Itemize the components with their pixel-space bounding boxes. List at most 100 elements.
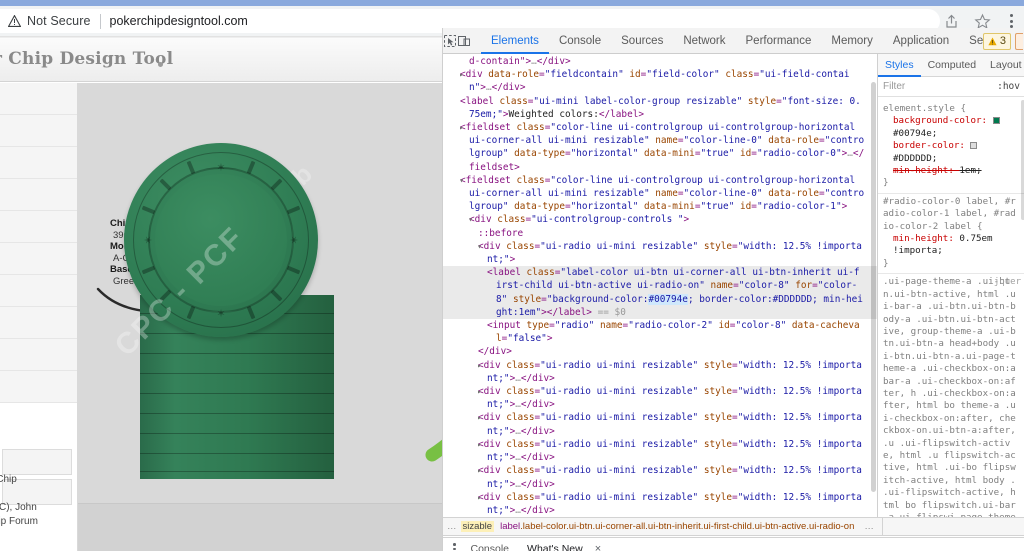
style-declaration[interactable]: min-height: 1em; xyxy=(883,165,1021,177)
list-item[interactable] xyxy=(0,243,77,275)
style-rule[interactable]: #radio-color-0 label, #radio-color-1 lab… xyxy=(878,194,1024,275)
devtools-tab-application[interactable]: Application xyxy=(883,28,959,54)
dom-token-pnc: </div> xyxy=(520,452,555,464)
disclosure-triangle-icon[interactable]: ▸ xyxy=(477,438,489,451)
dom-token-tag: fieldset xyxy=(465,174,511,186)
breadcrumb-overflow-right[interactable]: … xyxy=(860,521,878,532)
list-item[interactable] xyxy=(0,307,77,339)
dom-node-selected[interactable]: <label class="label-color ui-btn ui-corn… xyxy=(443,266,877,320)
disclosure-triangle-icon[interactable]: ▸ xyxy=(477,464,489,477)
styles-rules-list[interactable]: element.style {background-color: #00794e… xyxy=(878,98,1024,517)
dom-node[interactable]: ▾ <div class="ui-controlgroup-controls "> xyxy=(443,213,877,226)
dom-token-attr: for xyxy=(789,280,813,292)
list-item[interactable] xyxy=(0,339,77,371)
color-swatch[interactable] xyxy=(992,117,1000,125)
dom-node[interactable]: d-contain">…</div> xyxy=(443,55,877,68)
dom-node[interactable]: <input type="radio" name="radio-color-2"… xyxy=(443,319,877,345)
dom-node[interactable]: ::before xyxy=(443,227,877,240)
style-rule[interactable]: element.style {background-color: #00794e… xyxy=(878,101,1024,194)
close-icon[interactable]: × xyxy=(592,543,601,551)
dom-scrollbar[interactable] xyxy=(871,82,876,492)
style-declaration-value[interactable]: 1em; xyxy=(959,165,981,176)
warning-count-badge[interactable]: 3 xyxy=(982,32,1011,50)
breadcrumb-overflow-left[interactable]: … xyxy=(443,521,461,532)
styles-tab-layout[interactable]: Layout xyxy=(983,54,1024,77)
drawer-menu-icon[interactable] xyxy=(447,543,462,551)
inspect-element-icon[interactable] xyxy=(443,28,457,54)
list-item[interactable] xyxy=(0,115,77,147)
breadcrumb-parent[interactable]: sizable xyxy=(460,521,495,532)
table-surface xyxy=(78,503,442,551)
dom-node[interactable]: ▸ <div class="ui-radio ui-mini resizable"… xyxy=(443,438,877,464)
dom-node[interactable]: ▸ <div class="ui-radio ui-mini resizable"… xyxy=(443,359,877,385)
dom-node[interactable]: <label class="ui-mini label-color-group … xyxy=(443,95,877,121)
dom-node[interactable]: ▸ <div class="ui-radio ui-mini resizable"… xyxy=(443,464,877,490)
style-declaration-value[interactable]: #00794e; xyxy=(893,115,1002,139)
list-item[interactable] xyxy=(0,371,77,403)
dom-node[interactable]: ▸ <div class="ui-radio ui-mini resizable"… xyxy=(443,385,877,411)
left-column-spacer xyxy=(0,403,77,445)
style-declaration-value[interactable]: 0.75em !importa; xyxy=(893,233,993,256)
style-rule[interactable]: jquer .ui-page-theme-a .ui-btn.ui-btn-act… xyxy=(878,274,1024,517)
disclosure-triangle-icon[interactable]: ▸ xyxy=(477,385,489,398)
device-toolbar-icon[interactable] xyxy=(457,28,471,54)
list-item[interactable] xyxy=(0,83,77,115)
disclosure-triangle-icon[interactable]: ▸ xyxy=(477,359,489,372)
kebab-menu-icon[interactable] xyxy=(1005,14,1018,28)
style-rule-close-brace: } xyxy=(883,257,889,269)
styles-tab-styles[interactable]: Styles xyxy=(878,54,921,77)
style-rule-selector[interactable]: #radio-color-0 label, #radio-color-1 lab… xyxy=(883,196,1021,233)
devtools-tab-performance[interactable]: Performance xyxy=(736,28,822,54)
left-column-box[interactable] xyxy=(2,449,72,475)
poker-chip-face: ✶ ✶ ✶ ✶ xyxy=(124,143,318,337)
style-declaration[interactable]: min-height: 0.75em !importa; xyxy=(883,233,1021,258)
color-swatch[interactable] xyxy=(970,142,978,150)
dom-token-val: "ui-radio ui-mini resizable" xyxy=(540,412,699,424)
chip-crest-mark: ✶ xyxy=(216,162,226,174)
style-declaration[interactable]: background-color: #00794e; xyxy=(883,115,1021,140)
list-item[interactable] xyxy=(0,179,77,211)
devtools-tab-elements[interactable]: Elements xyxy=(481,28,549,54)
style-rule-selector[interactable]: .ui-page-theme-a .ui-btn.ui-btn-active, … xyxy=(883,276,1021,517)
dom-node[interactable]: ▸ <div class="ui-radio ui-mini resizable"… xyxy=(443,491,877,517)
dom-node[interactable]: ▾ <div class="ui-radio ui-mini resizable"… xyxy=(443,240,877,266)
dom-node[interactable]: </div> xyxy=(443,345,877,358)
style-rule-selector[interactable]: element.style { xyxy=(883,103,1021,115)
dom-node[interactable]: ▾ <fieldset class="color-line ui-controlg… xyxy=(443,174,877,214)
dom-node[interactable]: ▸ <div data-role="fieldcontain" id="field… xyxy=(443,68,877,94)
dom-node[interactable]: ▸ <fieldset class="color-line ui-controlg… xyxy=(443,121,877,174)
error-count-badge[interactable] xyxy=(1015,32,1023,50)
omnibox-url[interactable]: pokerchipdesigntool.com xyxy=(110,14,248,28)
dom-token-val: "fieldcontain" xyxy=(544,69,624,81)
not-secure-label[interactable]: Not Secure xyxy=(27,14,91,28)
styles-tab-computed[interactable]: Computed xyxy=(921,54,983,77)
dom-node[interactable]: ▸ <div class="ui-radio ui-mini resizable"… xyxy=(443,411,877,437)
dom-breadcrumb: … sizable label.label-color.ui-btn.ui-co… xyxy=(443,517,1024,536)
dom-token-val: "ui-controlgroup-controls " xyxy=(531,214,684,226)
hov-toggle[interactable]: :hov xyxy=(997,81,1020,92)
list-item[interactable] xyxy=(0,147,77,179)
disclosure-triangle-icon[interactable]: ▸ xyxy=(477,491,489,504)
drawer-tab-console[interactable]: Console xyxy=(462,538,519,551)
list-item[interactable] xyxy=(0,211,77,243)
drawer-tab-whats-new[interactable]: What's New xyxy=(518,538,592,551)
disclosure-triangle-icon[interactable]: ▾ xyxy=(459,174,471,187)
devtools-tab-sources[interactable]: Sources xyxy=(611,28,673,54)
dom-token-attr: class xyxy=(510,122,545,134)
styles-filter-input[interactable]: Filter xyxy=(883,81,905,92)
disclosure-triangle-icon[interactable]: ▾ xyxy=(477,240,489,253)
disclosure-triangle-icon[interactable]: ▸ xyxy=(459,121,471,134)
devtools-tab-console[interactable]: Console xyxy=(549,28,611,54)
style-declaration[interactable]: border-color: #DDDDDD; xyxy=(883,140,1021,165)
disclosure-triangle-icon[interactable]: ▸ xyxy=(477,411,489,424)
style-declaration-value[interactable]: #DDDDDD; xyxy=(893,140,979,164)
breadcrumb-current[interactable]: label.label-color.ui-btn.ui-corner-all.u… xyxy=(494,521,860,532)
disclosure-triangle-icon[interactable]: ▸ xyxy=(459,68,471,81)
disclosure-triangle-icon[interactable]: ▾ xyxy=(468,213,480,226)
elements-dom-tree[interactable]: d-contain">…</div> ▸ <div data-role="field… xyxy=(443,54,877,517)
dom-token-hl: #00794e xyxy=(648,293,688,305)
list-item[interactable] xyxy=(0,275,77,307)
devtools-tab-network[interactable]: Network xyxy=(673,28,735,54)
style-rule-source[interactable]: jquer xyxy=(994,276,1021,288)
devtools-tab-memory[interactable]: Memory xyxy=(821,28,883,54)
